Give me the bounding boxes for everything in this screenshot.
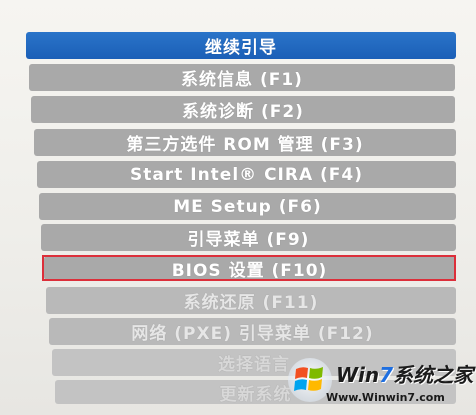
menu-item-continue-boot[interactable]: 继续引导	[26, 32, 456, 59]
menu-item-system-restore[interactable]: 系统还原 (F11)	[46, 287, 456, 314]
menu-item-bios-setup[interactable]: BIOS 设置 (F10)	[44, 256, 455, 281]
watermark-brand: Win7系统之家	[336, 363, 474, 387]
menu-item-system-diagnostics[interactable]: 系统诊断 (F2)	[31, 96, 455, 123]
menu-item-start-intel-cira[interactable]: Start Intel® CIRA (F4)	[37, 161, 456, 188]
menu-item-system-info[interactable]: 系统信息 (F1)	[29, 64, 455, 91]
watermark-url: Www.Winwin7.com	[326, 391, 445, 404]
watermark: Win7系统之家 Www.Winwin7.com	[286, 353, 474, 413]
menu-item-me-setup[interactable]: ME Setup (F6)	[39, 193, 456, 220]
menu-item-option-rom-management[interactable]: 第三方选件 ROM 管理 (F3)	[34, 129, 456, 156]
menu-item-boot-menu[interactable]: 引导菜单 (F9)	[41, 224, 456, 251]
menu-item-network-pxe-boot[interactable]: 网络 (PXE) 引导菜单 (F12)	[49, 318, 456, 345]
